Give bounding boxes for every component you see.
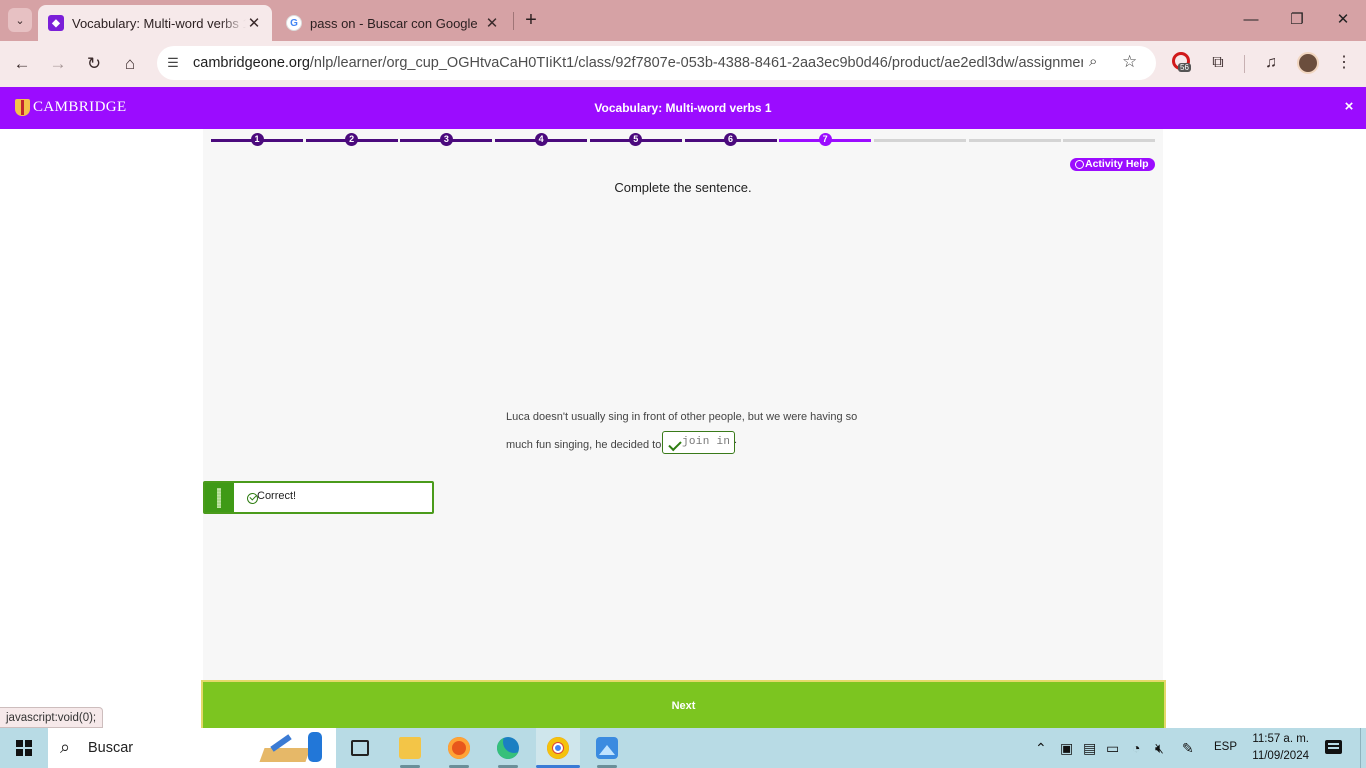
step-segment — [1063, 139, 1156, 142]
task-view-icon — [351, 740, 369, 756]
tray-display-icon[interactable]: ▤ — [1083, 740, 1096, 757]
progress-stepper: 1 2 3 4 5 6 7 — [211, 133, 1156, 146]
show-desktop-button[interactable] — [1360, 728, 1361, 768]
instruction-text: Complete the sentence. — [614, 180, 752, 195]
task-view-button[interactable] — [338, 728, 382, 768]
edge-icon — [497, 737, 519, 759]
answer-value: join in — [682, 436, 731, 448]
media-control-icon[interactable]: ♫ — [1259, 51, 1283, 75]
tab-search-chevron-icon[interactable]: ⌄ — [8, 8, 32, 32]
bookmark-star-icon[interactable]: ☆ — [1122, 52, 1137, 72]
step-segment — [968, 139, 1061, 142]
extensions-puzzle-icon[interactable]: ⧉ — [1206, 51, 1230, 75]
step-number[interactable]: 2 — [345, 133, 359, 146]
taskbar-search-label: Buscar — [88, 740, 134, 756]
status-bar-link: javascript:void(0); — [0, 707, 104, 728]
step-segment — [873, 139, 966, 142]
activity-help-label: Activity Help — [1085, 158, 1149, 170]
tab-title: Vocabulary: Multi-word verbs 1 — [72, 15, 246, 31]
taskbar-clock[interactable]: 11:57 a. m. 11/09/2024 — [1245, 731, 1309, 765]
site-info-icon[interactable]: ☰ — [165, 55, 181, 71]
search-highlight-illustration-icon — [258, 730, 334, 766]
feedback-panel[interactable]: Correct! — [203, 481, 434, 514]
step-number[interactable]: 3 — [439, 133, 453, 146]
minimize-icon[interactable]: — — [1239, 8, 1263, 32]
new-tab-plus-icon[interactable]: + — [520, 9, 542, 31]
url-host: cambridgeone.org — [193, 55, 310, 71]
activity-title: Vocabulary: Multi-word verbs 1 — [594, 101, 772, 115]
next-button[interactable]: Next — [201, 680, 1166, 728]
folder-icon — [399, 737, 421, 759]
answer-input[interactable]: join in — [662, 431, 735, 454]
tab-vocabulary[interactable]: ◆ Vocabulary: Multi-word verbs 1 ✕ — [38, 5, 272, 41]
drag-grip-icon[interactable] — [205, 483, 234, 512]
cambridge-favicon-icon: ◆ — [48, 15, 64, 31]
toolbar-separator — [1244, 55, 1245, 73]
browser-toolbar: ← → ↻ ⌂ ☰ cambridgeone.org/nlp/learner/o… — [0, 41, 1366, 87]
photos-icon — [596, 737, 618, 759]
firefox-icon — [448, 737, 470, 759]
firefox-button[interactable] — [437, 728, 481, 768]
address-bar[interactable]: ☰ cambridgeone.org/nlp/learner/org_cup_O… — [157, 46, 1156, 80]
step-number[interactable]: 7 — [818, 133, 832, 146]
input-language[interactable]: ESP — [1214, 741, 1237, 753]
tray-chevron-up-icon[interactable]: ⌃ — [1035, 740, 1047, 757]
step-number[interactable]: 6 — [724, 133, 737, 146]
step-number[interactable]: 5 — [629, 133, 643, 146]
reload-icon[interactable]: ↻ — [81, 51, 107, 77]
clock-time: 11:57 a. m. — [1252, 733, 1309, 745]
step-number[interactable]: 1 — [250, 133, 264, 146]
windows-taskbar: ⌕ Buscar ⌃ ▣ ▤ ▭ ◔ 🔇︎ ✎ ESP 11:57 a. m. … — [0, 728, 1366, 768]
chrome-button[interactable] — [536, 728, 580, 768]
photos-button[interactable] — [585, 728, 629, 768]
pen-icon[interactable]: ✎ — [1182, 740, 1194, 757]
url-text[interactable]: cambridgeone.org/nlp/learner/org_cup_OGH… — [193, 55, 1083, 71]
zoom-magnifier-icon[interactable]: ⌕ — [1089, 53, 1097, 70]
file-explorer-button[interactable] — [388, 728, 432, 768]
correct-check-icon — [668, 437, 682, 452]
windows-start-icon[interactable] — [16, 740, 32, 756]
tab-separator — [513, 12, 514, 30]
home-icon[interactable]: ⌂ — [117, 51, 143, 77]
help-icon — [1075, 160, 1084, 169]
forward-arrow-icon[interactable]: → — [45, 51, 71, 77]
wifi-icon[interactable]: ◔ — [1132, 740, 1140, 756]
taskbar-search-box[interactable]: ⌕ Buscar — [48, 728, 336, 768]
notifications-icon[interactable] — [1325, 740, 1342, 754]
activity-close-icon[interactable]: × — [1341, 98, 1357, 115]
url-path: /nlp/learner/org_cup_OGHtvaCaH0TIiKt1/cl… — [309, 55, 1083, 71]
tab-close-icon[interactable]: ✕ — [484, 14, 500, 32]
back-arrow-icon[interactable]: ← — [9, 51, 35, 77]
step-number[interactable]: 4 — [534, 133, 548, 146]
tab-close-icon[interactable]: ✕ — [246, 14, 262, 32]
sentence-end: . — [734, 434, 738, 446]
extension-badge-count: 56 — [1178, 63, 1191, 72]
battery-icon[interactable]: ▭ — [1106, 740, 1119, 757]
volume-muted-icon[interactable]: 🔇︎ — [1155, 740, 1164, 757]
activity-help-button[interactable]: Activity Help — [1070, 158, 1155, 171]
app-header: CAMBRIDGE Vocabulary: Multi-word verbs 1… — [0, 87, 1366, 129]
browser-tab-strip: ⌄ ◆ Vocabulary: Multi-word verbs 1 ✕ G p… — [0, 0, 1366, 41]
activity-panel: 1 2 3 4 5 6 7 Activity Help Complete the sente… — [203, 129, 1163, 680]
restore-icon[interactable]: ❐ — [1285, 8, 1309, 32]
google-favicon-icon: G — [286, 15, 302, 31]
search-icon: ⌕ — [60, 737, 71, 757]
chrome-icon — [547, 737, 569, 759]
extension-badge-icon[interactable]: 56 — [1172, 52, 1194, 74]
tab-title: pass on - Buscar con Google — [310, 15, 478, 31]
window-close-icon[interactable]: ✕ — [1331, 8, 1355, 32]
edge-button[interactable] — [486, 728, 530, 768]
tab-google-search[interactable]: G pass on - Buscar con Google ✕ — [276, 5, 510, 41]
profile-avatar[interactable] — [1297, 52, 1319, 74]
feedback-message: Correct! — [257, 490, 297, 502]
tray-meet-icon[interactable]: ▣ — [1060, 740, 1073, 757]
chrome-menu-icon[interactable]: ⋮ — [1332, 51, 1356, 75]
clock-date: 11/09/2024 — [1252, 750, 1309, 762]
